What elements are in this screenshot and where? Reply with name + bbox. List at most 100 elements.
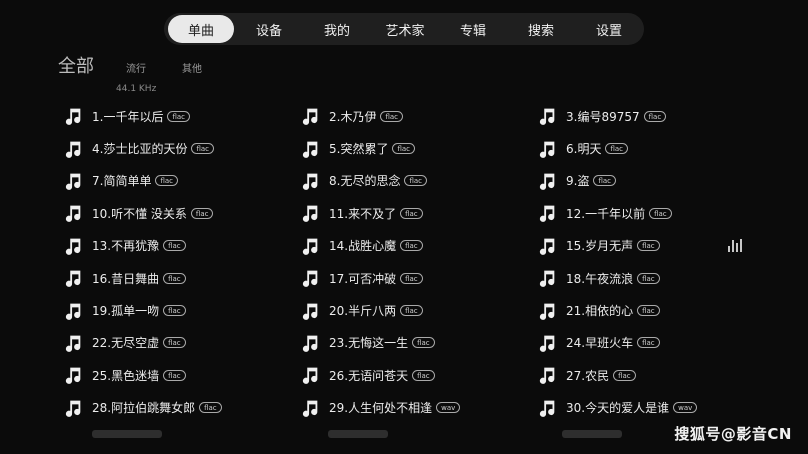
tab-devices[interactable]: 设备 — [236, 15, 302, 43]
song-item[interactable]: 23.无悔这一生 flac — [299, 327, 536, 359]
song-title: 13.不再犹豫 — [92, 239, 160, 254]
format-badge: flac — [163, 272, 186, 284]
song-item[interactable]: 28.阿拉伯跳舞女郎 flac — [62, 392, 299, 424]
song-item[interactable]: 8.无尽的思念 flac — [299, 165, 536, 197]
format-badge: flac — [163, 240, 186, 252]
song-title: 5.突然累了 — [329, 142, 389, 157]
song-title: 23.无悔这一生 — [329, 336, 409, 351]
song-item[interactable]: 7.简简单单 flac — [62, 165, 299, 197]
song-item[interactable]: 13.不再犹豫 flac — [62, 230, 299, 262]
format-badge: flac — [400, 272, 423, 284]
music-note-icon — [62, 202, 84, 224]
format-badge: flac — [392, 143, 416, 155]
format-badge: flac — [637, 305, 660, 317]
format-badge: flac — [412, 337, 435, 349]
format-badge: flac — [400, 240, 423, 252]
song-title: 15.岁月无声 — [566, 239, 634, 254]
song-title: 10.听不懂 没关系 — [92, 206, 187, 221]
song-item[interactable]: 1.一千年以后 flac — [62, 100, 299, 132]
top-nav-bar: 单曲 设备 我的 艺术家 专辑 搜索 设置 — [164, 13, 644, 45]
music-note-icon — [299, 267, 321, 289]
tab-search[interactable]: 搜索 — [508, 15, 574, 43]
tab-albums[interactable]: 专辑 — [440, 15, 506, 43]
song-item[interactable]: 24.早班火车 flac — [536, 327, 742, 359]
song-item[interactable]: 2.木乃伊 flac — [299, 100, 536, 132]
song-title: 17.可否冲破 — [329, 271, 397, 286]
format-badge: wav — [673, 402, 698, 414]
song-title: 14.战胜心魔 — [329, 239, 397, 254]
song-item[interactable]: 17.可否冲破 flac — [299, 262, 536, 294]
song-item[interactable]: 5.突然累了 flac — [299, 132, 536, 164]
song-item[interactable]: 27.农民 flac — [536, 359, 742, 391]
song-item[interactable]: 3.编号89757 flac — [536, 100, 742, 132]
song-list: 1.一千年以后 flac 2.木乃伊 flac 3.编号89757 flac 4.莎士比亚的… — [62, 100, 742, 454]
song-title: 7.简简单单 — [92, 174, 152, 189]
song-title: 24.早班火车 — [566, 336, 634, 351]
format-badge: flac — [167, 110, 191, 122]
format-badge: flac — [155, 175, 179, 187]
filter-other[interactable]: 其他 — [182, 60, 202, 75]
format-badge: flac — [637, 337, 660, 349]
sample-rate-label: 44.1 KHz — [116, 84, 157, 94]
tab-singles[interactable]: 单曲 — [168, 15, 234, 43]
tab-mine[interactable]: 我的 — [304, 15, 370, 43]
music-note-icon — [62, 332, 84, 354]
song-item[interactable]: 25.黑色迷墙 flac — [62, 359, 299, 391]
music-note-icon — [536, 105, 558, 127]
song-item[interactable]: 9.盗 flac — [536, 165, 742, 197]
song-item[interactable]: 14.战胜心魔 flac — [299, 230, 536, 262]
song-item[interactable]: 11.来不及了 flac — [299, 197, 536, 229]
song-title: 6.明天 — [566, 142, 602, 157]
format-badge: flac — [163, 369, 186, 381]
song-item[interactable]: 6.明天 flac — [536, 132, 742, 164]
format-badge: flac — [637, 272, 660, 284]
song-item[interactable]: 30.今天的爱人是谁 wav — [536, 392, 742, 424]
song-item[interactable]: 29.人生何处不相逢 wav — [299, 392, 536, 424]
song-item[interactable]: 20.半斤八两 flac — [299, 294, 536, 326]
song-item[interactable]: 18.午夜流浪 flac — [536, 262, 742, 294]
song-title: 20.半斤八两 — [329, 304, 397, 319]
music-library-screen: 单曲 设备 我的 艺术家 专辑 搜索 设置 全部 流行 其他 44.1 KHz … — [0, 0, 808, 454]
song-item[interactable]: 22.无尽空虚 flac — [62, 327, 299, 359]
song-title: 26.无语问苍天 — [329, 368, 409, 383]
tab-settings[interactable]: 设置 — [576, 15, 642, 43]
format-badge: flac — [191, 143, 215, 155]
format-badge: wav — [436, 402, 461, 414]
song-item[interactable]: 21.相依的心 flac — [536, 294, 742, 326]
format-badge: flac — [400, 305, 423, 317]
song-item[interactable]: 10.听不懂 没关系 flac — [62, 197, 299, 229]
song-item[interactable]: 26.无语问苍天 flac — [299, 359, 536, 391]
format-badge: flac — [199, 402, 222, 414]
music-note-icon — [536, 170, 558, 192]
song-item[interactable]: 16.昔日舞曲 flac — [62, 262, 299, 294]
music-note-icon — [62, 300, 84, 322]
song-item[interactable]: 12.一千年以前 flac — [536, 197, 742, 229]
format-badge: flac — [380, 110, 404, 122]
format-badge: flac — [613, 369, 636, 381]
song-item[interactable]: 15.岁月无声 flac — [536, 230, 742, 262]
format-badge: flac — [637, 240, 660, 252]
song-title: 4.莎士比亚的天份 — [92, 142, 188, 157]
song-title: 8.无尽的思念 — [329, 174, 401, 189]
tab-artists[interactable]: 艺术家 — [372, 15, 438, 43]
song-title: 1.一千年以后 — [92, 109, 164, 124]
format-badge: flac — [649, 207, 672, 219]
music-note-icon — [536, 267, 558, 289]
partially-visible-row — [328, 430, 388, 438]
music-note-icon — [299, 235, 321, 257]
filter-all[interactable]: 全部 — [58, 52, 94, 78]
song-title: 27.农民 — [566, 368, 610, 383]
music-note-icon — [62, 105, 84, 127]
song-title: 28.阿拉伯跳舞女郎 — [92, 401, 196, 416]
filter-popular[interactable]: 流行 — [126, 60, 146, 75]
song-item[interactable]: 4.莎士比亚的天份 flac — [62, 132, 299, 164]
music-note-icon — [536, 364, 558, 386]
music-note-icon — [299, 332, 321, 354]
music-note-icon — [299, 300, 321, 322]
music-note-icon — [536, 138, 558, 160]
partially-visible-row — [92, 430, 162, 438]
song-title: 22.无尽空虚 — [92, 336, 160, 351]
song-title: 12.一千年以前 — [566, 206, 646, 221]
song-title: 25.黑色迷墙 — [92, 368, 160, 383]
song-item[interactable]: 19.孤单一吻 flac — [62, 294, 299, 326]
